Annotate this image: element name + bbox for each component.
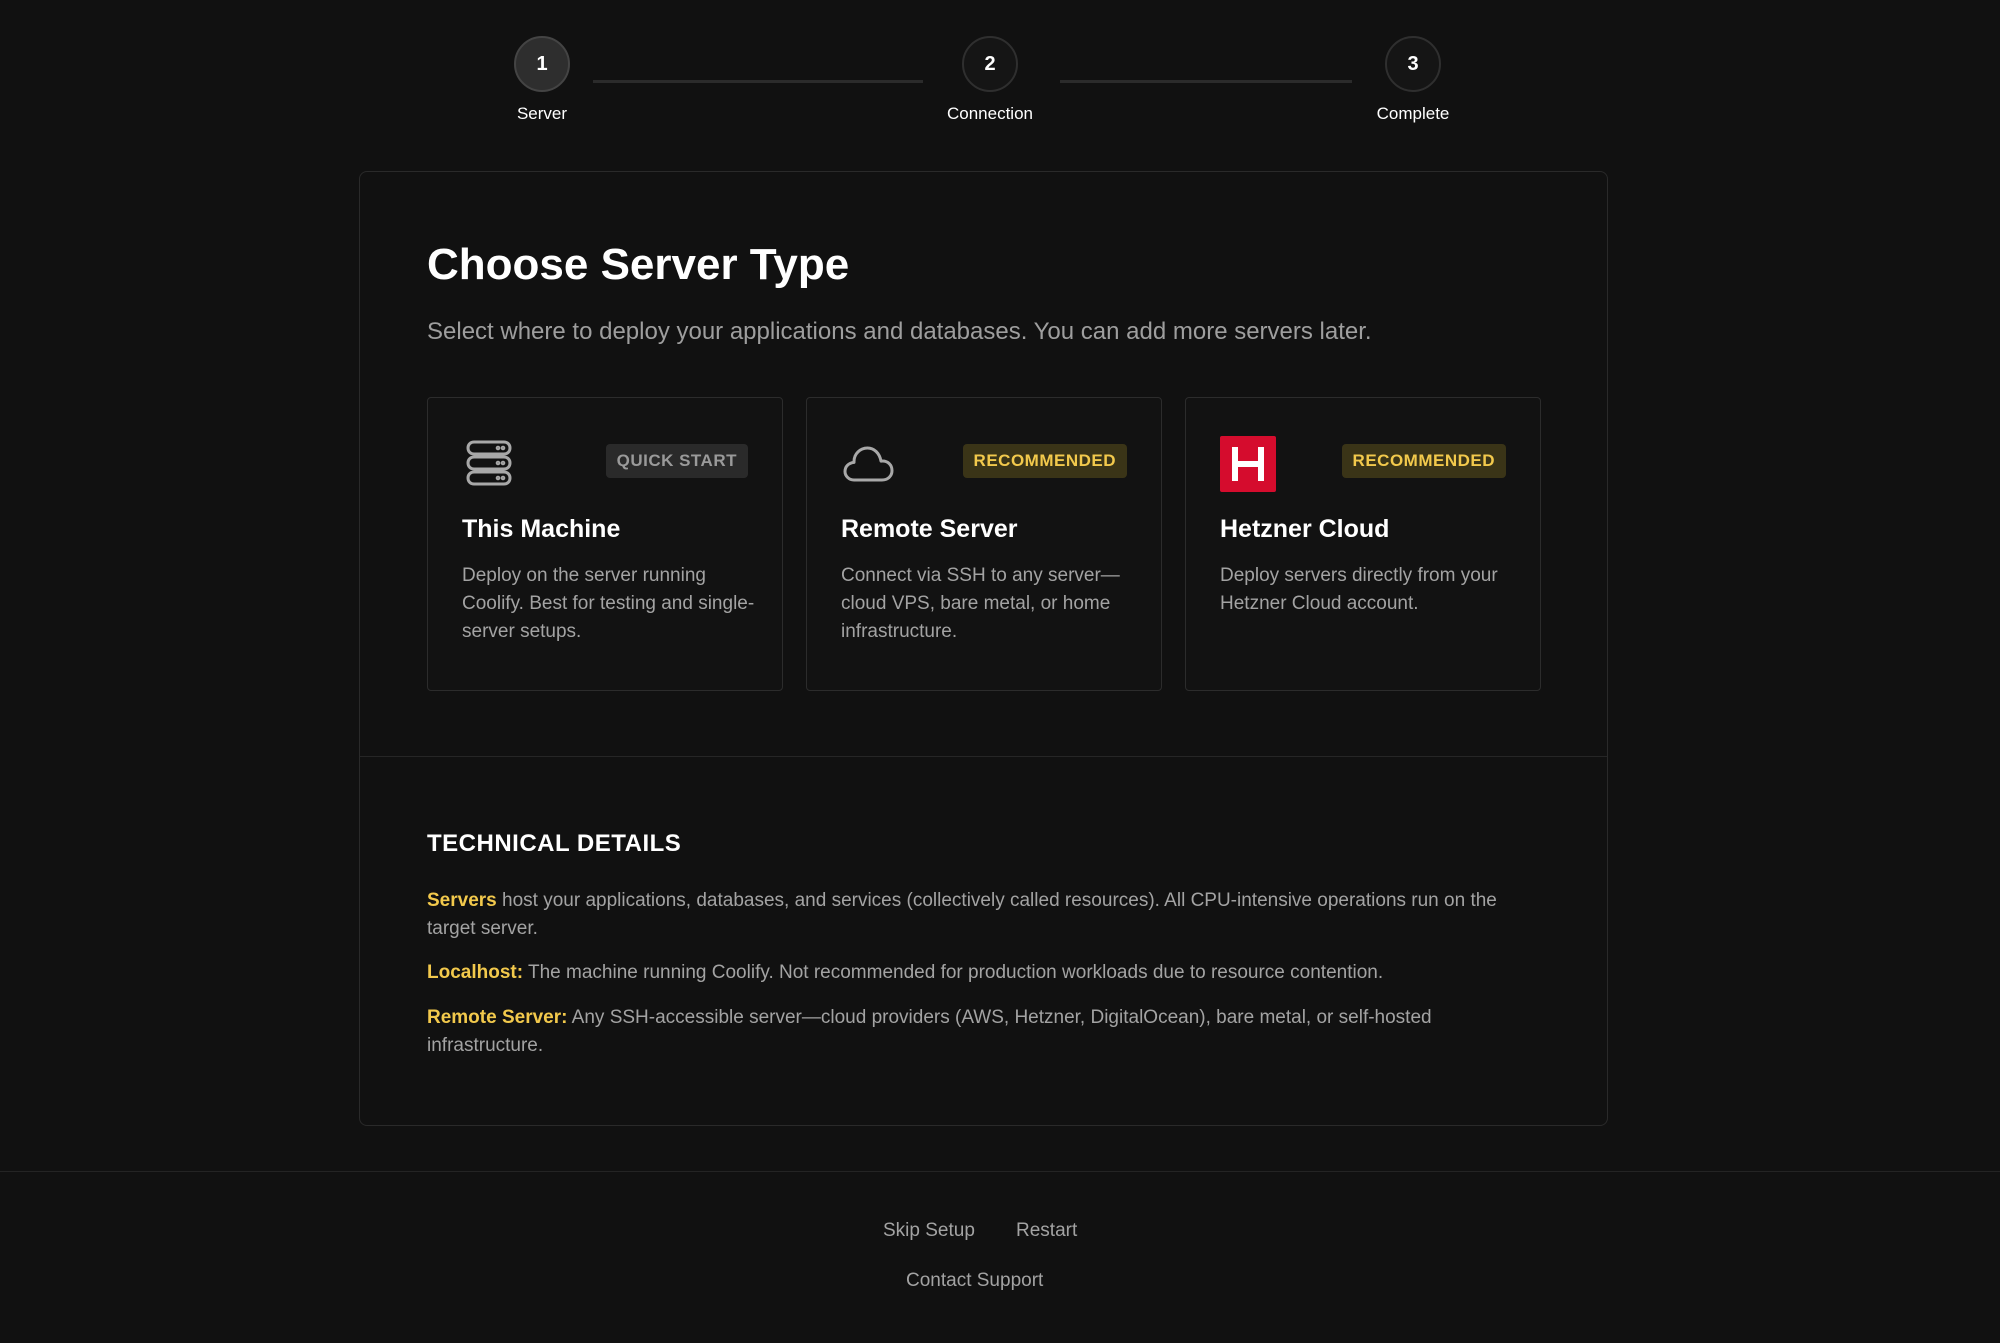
step-number: 3	[1385, 36, 1441, 92]
contact-support-link[interactable]: Contact Support	[906, 1270, 1043, 1292]
option-title: Hetzner Cloud	[1220, 515, 1390, 543]
cloud-icon	[841, 436, 895, 490]
tech-item-localhost: Localhost: The machine running Coolify. …	[427, 959, 1542, 987]
quick-start-badge: QUICK START	[605, 444, 748, 478]
option-remote-server[interactable]: RECOMMENDED Remote Server Connect via SS…	[806, 397, 1162, 691]
server-stack-icon	[462, 436, 516, 490]
stepper-connector-2	[1060, 80, 1352, 83]
step-label: Server	[516, 104, 568, 123]
recommended-badge: RECOMMENDED	[962, 444, 1127, 478]
server-type-card: Choose Server Type Select where to deplo…	[359, 171, 1608, 1126]
tech-item-text: The machine running Coolify. Not recomme…	[523, 962, 1384, 983]
option-description: Deploy on the server running Coolify. Be…	[462, 565, 755, 642]
option-description: Connect via SSH to any server—cloud VPS,…	[841, 565, 1120, 642]
tech-item-key: Remote Server:	[427, 1007, 568, 1028]
tech-item-key: Servers	[427, 890, 497, 911]
tech-item-servers: Servers host your applications, database…	[427, 887, 1542, 943]
option-title: This Machine	[462, 515, 621, 543]
tech-item-text: Any SSH-accessible server—cloud provider…	[427, 1007, 1432, 1056]
step-label: Connection	[946, 104, 1033, 123]
section-divider	[360, 756, 1607, 757]
page-title: Choose Server Type	[427, 240, 850, 289]
step-number: 2	[962, 36, 1018, 92]
option-this-machine[interactable]: QUICK START This Machine Deploy on the s…	[427, 397, 783, 691]
stepper-connector-1	[593, 80, 923, 83]
skip-setup-link[interactable]: Skip Setup	[883, 1220, 975, 1242]
tech-item-key: Localhost:	[427, 962, 524, 983]
restart-link[interactable]: Restart	[1016, 1220, 1077, 1242]
step-label: Complete	[1376, 104, 1450, 123]
footer-divider	[0, 1171, 2000, 1172]
step-number: 1	[514, 36, 570, 92]
recommended-badge: RECOMMENDED	[1341, 444, 1506, 478]
tech-item-remote-server: Remote Server: Any SSH-accessible server…	[427, 1004, 1542, 1060]
tech-item-text: host your applications, databases, and s…	[427, 890, 1497, 939]
step-server: 1 Server	[462, 36, 622, 124]
hetzner-logo-icon	[1220, 436, 1276, 492]
option-title: Remote Server	[841, 515, 1018, 543]
step-complete: 3 Complete	[1333, 36, 1493, 124]
server-type-options: QUICK START This Machine Deploy on the s…	[427, 397, 1542, 691]
technical-details-heading: TECHNICAL DETAILS	[427, 830, 682, 857]
setup-stepper: 1 Server 2 Connection 3 Complete	[0, 36, 2000, 136]
option-hetzner-cloud[interactable]: RECOMMENDED Hetzner Cloud Deploy servers…	[1185, 397, 1541, 691]
option-description: Deploy servers directly from your Hetzne…	[1220, 565, 1498, 614]
page-subtitle: Select where to deploy your applications…	[427, 318, 1372, 345]
step-connection: 2 Connection	[910, 36, 1070, 124]
